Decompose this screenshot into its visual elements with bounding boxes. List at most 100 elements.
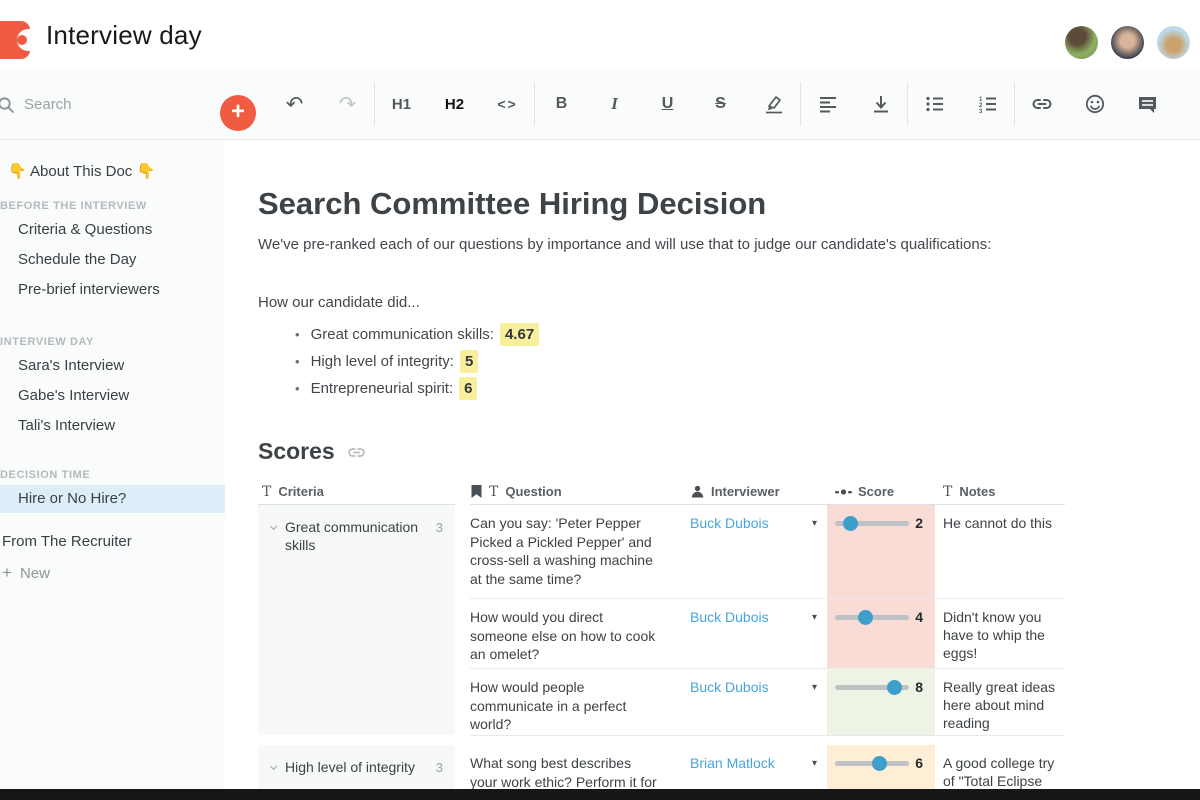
column-header-criteria[interactable]: T Criteria: [258, 479, 455, 505]
undo-button[interactable]: ↶: [268, 82, 321, 126]
question-cell[interactable]: How would you direct someone else on how…: [470, 598, 675, 668]
numbered-list-icon: 123: [977, 93, 999, 115]
list-item[interactable]: •Great communication skills:4.67: [258, 321, 1200, 348]
align-button[interactable]: [801, 82, 854, 126]
list-item[interactable]: •High level of integrity:5: [258, 348, 1200, 375]
plus-icon: +: [231, 98, 245, 125]
score-value: 4: [915, 609, 923, 625]
italic-icon: I: [611, 94, 618, 114]
interviewer-link[interactable]: Brian Matlock: [690, 755, 775, 771]
list-item[interactable]: •Entrepreneurial spirit:6: [258, 375, 1200, 402]
result-value: 4.67: [500, 323, 539, 346]
column-header-interviewer[interactable]: Interviewer: [675, 479, 827, 504]
score-slider[interactable]: [835, 615, 909, 620]
doc-title[interactable]: Interview day: [46, 20, 202, 51]
comment-button[interactable]: [1121, 82, 1174, 126]
chevron-down-icon[interactable]: [268, 762, 279, 773]
criteria-group-cell[interactable]: Great communication skills 3: [258, 505, 455, 735]
sidebar: 👇 About This Doc 👇 BEFORE THE INTERVIEW …: [0, 140, 225, 800]
bold-button[interactable]: B: [535, 82, 588, 126]
score-slider[interactable]: [835, 685, 909, 690]
code-icon: <>: [497, 96, 517, 112]
interviewer-select[interactable]: Buck Dubois ▾: [675, 668, 827, 735]
interviewer-select[interactable]: Buck Dubois ▾: [675, 505, 827, 598]
sidebar-item-saras-interview[interactable]: Sara's Interview: [0, 351, 225, 381]
slider-handle-icon[interactable]: [872, 756, 887, 771]
undo-icon: ↶: [286, 94, 304, 115]
bold-icon: B: [556, 95, 568, 113]
emoji-icon: [1084, 93, 1106, 115]
dropdown-arrow-icon: ▾: [812, 682, 817, 693]
search-input[interactable]: Search: [0, 68, 72, 140]
avatar[interactable]: [1157, 26, 1190, 59]
slider-handle-icon[interactable]: [887, 680, 902, 695]
score-slider[interactable]: [835, 761, 909, 766]
sidebar-item-about-this-doc[interactable]: 👇 About This Doc 👇: [0, 160, 225, 184]
notes-cell[interactable]: Really great ideas here about mind readi…: [935, 668, 1065, 735]
score-value: 8: [915, 679, 923, 695]
sidebar-item-talis-interview[interactable]: Tali's Interview: [0, 411, 225, 441]
strikethrough-button[interactable]: S: [694, 82, 747, 126]
avatar[interactable]: [1065, 26, 1098, 59]
bullet-list-button[interactable]: [908, 82, 961, 126]
svg-text:3: 3: [979, 109, 983, 115]
link-button[interactable]: [1015, 82, 1068, 126]
interviewer-select[interactable]: Buck Dubois ▾: [675, 598, 827, 668]
sidebar-item-hire-or-no-hire[interactable]: Hire or No Hire?: [0, 485, 225, 513]
link-icon: [1030, 92, 1054, 116]
numbered-list-button[interactable]: 123: [961, 82, 1014, 126]
sidebar-item-criteria-questions[interactable]: Criteria & Questions: [0, 215, 225, 245]
group-row-count: 3: [436, 520, 455, 535]
code-button[interactable]: <>: [481, 82, 534, 126]
score-slider[interactable]: [835, 521, 909, 526]
toolbar: Search + ↶ ↷ H1 H2 <> B I U S: [0, 68, 1200, 140]
bottom-black-bar: [0, 789, 1200, 800]
column-header-label: Notes: [959, 484, 995, 499]
sidebar-item-gabes-interview[interactable]: Gabe's Interview: [0, 381, 225, 411]
coda-logo-icon[interactable]: [0, 21, 30, 59]
sidebar-item-schedule-the-day[interactable]: Schedule the Day: [0, 245, 225, 275]
page-title[interactable]: Search Committee Hiring Decision: [258, 185, 1200, 223]
heading1-button[interactable]: H1: [375, 82, 428, 126]
arrow-down-to-line-icon: [870, 93, 892, 115]
criteria-label: Great communication skills: [285, 518, 435, 554]
redo-button[interactable]: ↷: [321, 82, 374, 126]
slider-handle-icon[interactable]: [858, 610, 873, 625]
new-page-label: New: [20, 565, 50, 582]
notes-cell[interactable]: Didn't know you have to whip the eggs!: [935, 598, 1065, 668]
sidebar-section-interview-day: INTERVIEW DAY: [0, 333, 225, 351]
heading2-button[interactable]: H2: [428, 82, 481, 126]
slider-handle-icon[interactable]: [843, 516, 858, 531]
dropdown-arrow-icon: ▾: [812, 518, 817, 529]
sidebar-item-pre-brief-interviewers[interactable]: Pre-brief interviewers: [0, 275, 225, 305]
search-icon: [0, 93, 16, 115]
notes-cell[interactable]: He cannot do this: [935, 505, 1065, 598]
h2-icon: H2: [445, 96, 464, 113]
highlight-button[interactable]: [747, 82, 800, 126]
how-candidate-did-heading[interactable]: How our candidate did...: [258, 294, 1200, 311]
chevron-down-icon[interactable]: [268, 522, 279, 533]
interviewer-link[interactable]: Buck Dubois: [690, 679, 769, 695]
column-header-question[interactable]: T Question: [470, 479, 675, 504]
plus-icon: +: [2, 563, 12, 582]
strikethrough-icon: S: [715, 95, 726, 113]
column-header-notes[interactable]: T Notes: [935, 479, 1065, 504]
score-cell: 4: [827, 598, 935, 668]
emoji-button[interactable]: [1068, 82, 1121, 126]
interviewer-link[interactable]: Buck Dubois: [690, 515, 769, 531]
italic-button[interactable]: I: [588, 82, 641, 126]
group-separator: [470, 735, 1065, 745]
table-link-icon[interactable]: [346, 442, 367, 463]
intro-paragraph[interactable]: We've pre-ranked each of our questions b…: [258, 235, 1200, 254]
column-header-score[interactable]: Score: [827, 479, 935, 504]
underline-button[interactable]: U: [641, 82, 694, 126]
sidebar-item-from-the-recruiter[interactable]: From The Recruiter: [0, 528, 225, 556]
interviewer-link[interactable]: Buck Dubois: [690, 609, 769, 625]
question-cell[interactable]: Can you say: 'Peter Pepper Picked a Pick…: [470, 505, 675, 598]
underline-icon: U: [662, 95, 674, 113]
sidebar-new-page-button[interactable]: + New: [0, 559, 225, 587]
add-button[interactable]: +: [220, 95, 256, 131]
insert-below-button[interactable]: [854, 82, 907, 126]
avatar[interactable]: [1111, 26, 1144, 59]
question-cell[interactable]: How would people communicate in a perfec…: [470, 668, 675, 735]
